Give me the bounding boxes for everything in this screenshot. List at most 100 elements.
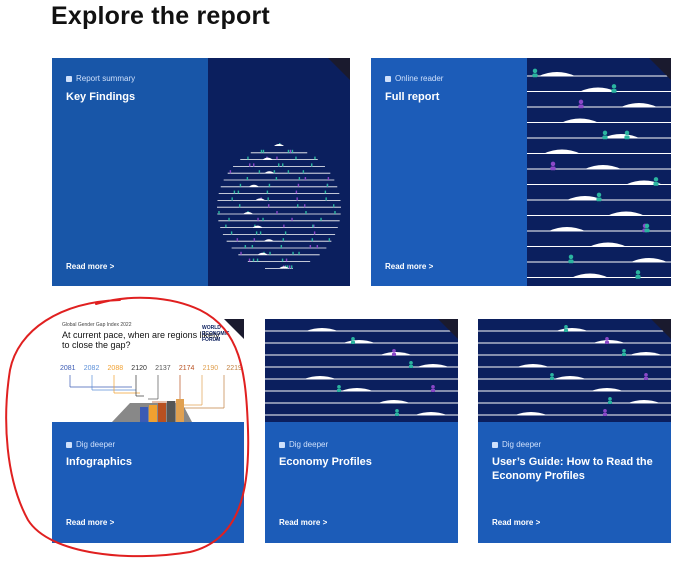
tick-mark bbox=[262, 149, 265, 153]
tick-mark bbox=[289, 265, 291, 269]
person-icon bbox=[578, 99, 584, 105]
tick-mark bbox=[276, 211, 278, 214]
card-full-report[interactable]: Online reader Full report Read more > bbox=[371, 58, 671, 286]
curve-shape bbox=[630, 352, 662, 355]
tick-mark bbox=[295, 190, 298, 194]
card-label: Dig deeper bbox=[289, 440, 329, 449]
tick-mark bbox=[256, 258, 259, 262]
curve-shape bbox=[274, 144, 284, 146]
economy-profiles-art bbox=[265, 319, 458, 422]
curve-shape bbox=[343, 340, 375, 343]
person-icon bbox=[337, 385, 341, 389]
tick-mark bbox=[240, 251, 242, 255]
person-body bbox=[550, 166, 556, 171]
tick-mark bbox=[320, 217, 322, 221]
tick-mark bbox=[230, 231, 233, 235]
tick-mark bbox=[228, 217, 230, 221]
bar-mark bbox=[158, 403, 166, 422]
tick-mark bbox=[253, 238, 256, 242]
curve-shape bbox=[306, 328, 338, 331]
card-label: Report summary bbox=[76, 74, 136, 83]
tick-mark bbox=[225, 224, 227, 228]
person-icon bbox=[351, 337, 355, 341]
tick-mark bbox=[327, 177, 330, 180]
curve-shape bbox=[585, 165, 621, 169]
tick-mark bbox=[258, 170, 261, 174]
person-icon bbox=[644, 223, 650, 229]
person-body bbox=[611, 88, 617, 93]
person-body bbox=[578, 104, 584, 109]
document-icon bbox=[66, 441, 72, 448]
tick-mark bbox=[334, 211, 336, 214]
card-infographics[interactable]: Global Gender Gap Index 2022 At current … bbox=[52, 319, 244, 543]
tick-mark bbox=[237, 190, 240, 194]
curve-shape bbox=[590, 242, 626, 247]
person-icon bbox=[603, 409, 607, 413]
tick-mark bbox=[309, 245, 312, 248]
card-title: Key Findings bbox=[66, 91, 136, 103]
read-more-link[interactable]: Read more > bbox=[385, 262, 433, 271]
full-report-art bbox=[527, 58, 671, 286]
person-body bbox=[602, 412, 608, 417]
tick-mark bbox=[267, 197, 269, 201]
bar-mark bbox=[167, 401, 175, 422]
card-key-findings[interactable]: Report summary Key Findings Read more > bbox=[52, 58, 350, 286]
tick-mark bbox=[311, 163, 313, 167]
person-icon bbox=[608, 397, 612, 401]
curve-shape bbox=[417, 364, 449, 367]
curve-shape bbox=[517, 364, 549, 367]
tick-mark bbox=[260, 149, 263, 153]
curve-shape bbox=[263, 239, 274, 242]
person-body bbox=[563, 328, 569, 333]
card-label: Online reader bbox=[395, 74, 444, 83]
person-icon bbox=[568, 254, 574, 260]
card-users-guide[interactable]: Dig deeper User’s Guide: How to Read the… bbox=[478, 319, 671, 543]
card-label: Dig deeper bbox=[76, 440, 116, 449]
tick-mark bbox=[311, 238, 314, 242]
page-fold-icon bbox=[438, 319, 458, 339]
read-more-link[interactable]: Read more > bbox=[66, 518, 114, 527]
person-icon bbox=[532, 68, 538, 74]
person-icon bbox=[395, 409, 399, 413]
tick-mark bbox=[291, 149, 294, 153]
person-icon bbox=[635, 270, 641, 275]
person-body bbox=[643, 376, 649, 381]
curve-shape bbox=[572, 273, 608, 278]
person-body bbox=[336, 388, 342, 393]
tick-mark bbox=[253, 163, 255, 167]
read-more-link[interactable]: Read more > bbox=[66, 262, 114, 271]
person-body bbox=[607, 400, 613, 405]
person-body bbox=[624, 135, 630, 140]
tick-mark bbox=[305, 211, 307, 214]
tick-mark bbox=[298, 251, 300, 255]
tick-mark bbox=[285, 258, 288, 262]
person-icon bbox=[622, 349, 626, 353]
card-title: Infographics bbox=[66, 456, 133, 468]
person-icon bbox=[644, 373, 648, 377]
tick-mark bbox=[233, 190, 236, 194]
person-icon bbox=[653, 177, 659, 182]
curve-shape bbox=[621, 103, 657, 107]
tick-mark bbox=[280, 245, 283, 248]
curve-shape bbox=[262, 157, 273, 160]
curve-shape bbox=[415, 412, 447, 415]
card-title: Full report bbox=[385, 91, 440, 103]
card-label: Dig deeper bbox=[502, 440, 542, 449]
person-body bbox=[391, 352, 397, 357]
card-economy-profiles[interactable]: Dig deeper Economy Profiles Read more > bbox=[265, 319, 458, 543]
curve-shape bbox=[591, 388, 623, 391]
infographic-preview: Global Gender Gap Index 2022 At current … bbox=[52, 319, 244, 422]
tick-mark bbox=[313, 231, 316, 235]
curve-shape bbox=[556, 328, 588, 331]
person-body bbox=[408, 364, 414, 369]
tick-mark bbox=[248, 258, 251, 262]
read-more-link[interactable]: Read more > bbox=[279, 518, 327, 527]
person-body bbox=[430, 388, 436, 393]
tick-mark bbox=[291, 265, 293, 269]
person-body bbox=[568, 259, 574, 264]
document-icon bbox=[66, 75, 72, 82]
curve-shape bbox=[248, 184, 259, 187]
person-icon bbox=[392, 349, 396, 353]
read-more-link[interactable]: Read more > bbox=[492, 518, 540, 527]
curve-shape bbox=[257, 252, 268, 255]
